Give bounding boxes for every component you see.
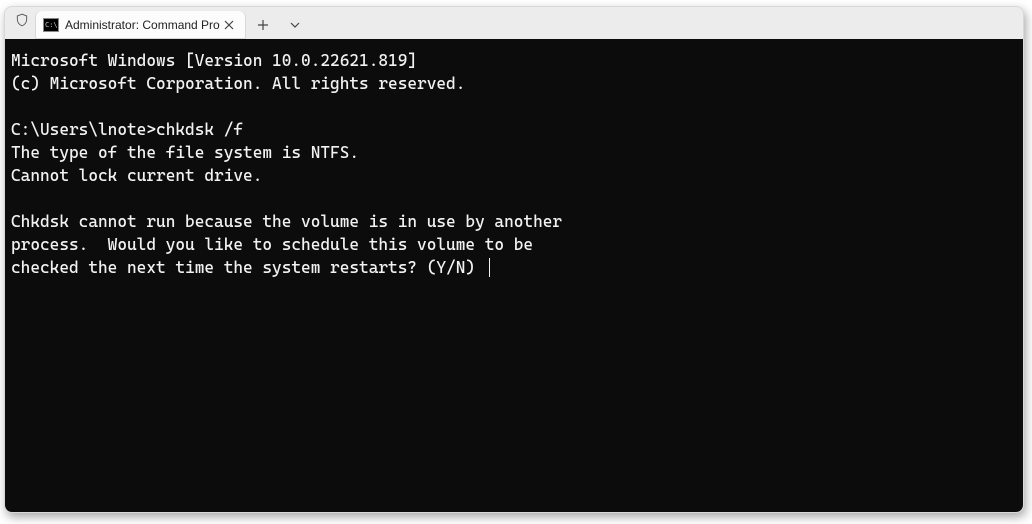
- terminal-prompt: C:\Users\lnote>: [11, 120, 156, 139]
- close-icon: [224, 20, 234, 30]
- tab-command-prompt[interactable]: Administrator: Command Pro: [35, 11, 246, 39]
- tab-title: Administrator: Command Pro: [65, 18, 220, 32]
- terminal-line: checked the next time the system restart…: [11, 258, 485, 277]
- terminal-line: process. Would you like to schedule this…: [11, 235, 533, 254]
- text-cursor: [489, 258, 490, 277]
- plus-icon: [257, 19, 269, 31]
- tab-close-button[interactable]: [220, 16, 238, 34]
- new-tab-button[interactable]: [248, 11, 278, 39]
- cmd-icon: [43, 18, 59, 32]
- app-window: Administrator: Command Pro Microsoft Win…: [4, 6, 1024, 513]
- terminal-command: chkdsk /f: [156, 120, 243, 139]
- terminal-line: Cannot lock current drive.: [11, 166, 262, 185]
- terminal-output[interactable]: Microsoft Windows [Version 10.0.22621.81…: [5, 39, 1023, 512]
- terminal-line: The type of the file system is NTFS.: [11, 143, 359, 162]
- titlebar: Administrator: Command Pro: [5, 7, 1023, 39]
- tab-dropdown-button[interactable]: [280, 11, 310, 39]
- uac-shield-icon: [15, 12, 29, 28]
- chevron-down-icon: [290, 20, 300, 30]
- terminal-line: Chkdsk cannot run because the volume is …: [11, 212, 562, 231]
- terminal-line: Microsoft Windows [Version 10.0.22621.81…: [11, 51, 417, 70]
- terminal-line: (c) Microsoft Corporation. All rights re…: [11, 74, 465, 93]
